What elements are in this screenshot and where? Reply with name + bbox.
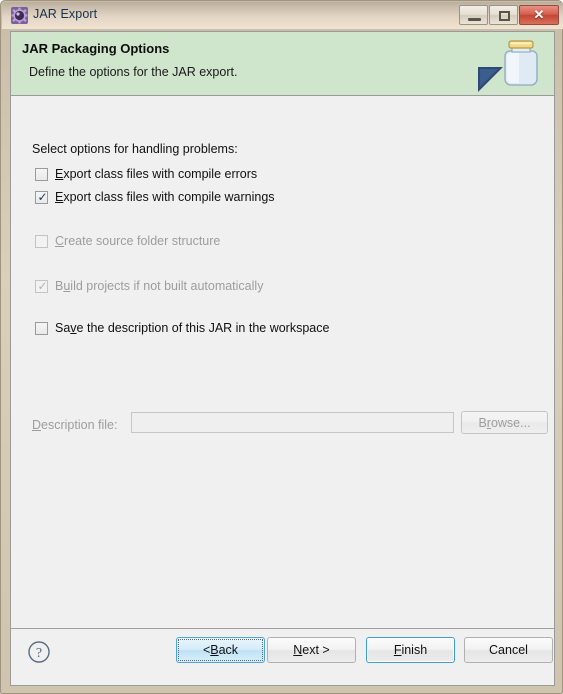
cancel-button-label: Cancel [489,643,528,657]
checkbox-label: Create source folder structure [55,234,221,248]
window-title: JAR Export [33,7,98,21]
checkbox-export-class-files-compile-warnings[interactable]: ✓ Export class files with compile warnin… [35,188,275,206]
checkbox-box[interactable]: ✓ [35,189,48,204]
eclipse-wizard-icon [11,7,28,24]
description-file-label: Description file: [32,418,118,432]
checkbox-create-source-folder-structure: Create source folder structure [35,232,220,250]
close-button[interactable]: ✕ [519,5,559,25]
checkbox-box[interactable] [35,167,48,181]
minimize-button[interactable] [459,5,488,25]
wizard-banner: JAR Packaging Options Define the options… [11,32,554,96]
checkbox-save-description-of-jar-in-workspace[interactable]: Save the description of this JAR in the … [35,319,329,337]
description-file-input[interactable] [131,412,454,433]
cancel-button[interactable]: Cancel [464,637,553,663]
back-button-label: < Back [202,643,239,657]
maximize-button[interactable] [489,5,518,25]
checkbox-label: Build projects if not built automaticall… [55,279,264,293]
options-group-label: Select options for handling problems: [32,142,238,156]
checkbox-export-class-files-compile-errors[interactable]: Export class files with compile errors [35,165,257,183]
next-button-label: Next > [293,643,330,657]
jar-with-arrow-icon [474,32,550,95]
checkbox-box: ✓ [35,278,48,293]
checkbox-build-projects-if-not-built-automatically: ✓ Build projects if not built automatica… [35,277,263,295]
finish-button[interactable]: Finish [366,637,455,663]
banner-description: Define the options for the JAR export. [29,65,238,79]
checkbox-label: Export class files with compile errors [55,167,258,181]
svg-text:?: ? [36,646,42,661]
close-icon: ✕ [533,7,545,22]
dialog-button-bar: ? < Back Next > Finish Cancel [11,629,554,685]
dialog-body: JAR Packaging Options Define the options… [10,31,555,686]
title-bar[interactable]: JAR Export ✕ [2,2,563,29]
browse-button[interactable]: Browse... [461,411,548,434]
dialog-window: JAR Export ✕ JAR Packaging Options Defin… [0,0,563,694]
minimize-icon [468,18,481,21]
checkbox-box [35,234,48,248]
finish-button-label: Finish [393,643,428,657]
check-icon: ✓ [37,189,48,204]
checkbox-label: Export class files with compile warnings [55,190,275,204]
options-content: Select options for handling problems: Ex… [11,97,554,628]
back-button[interactable]: < Back [176,637,265,663]
checkbox-label: Save the description of this JAR in the … [55,321,330,335]
next-button[interactable]: Next > [267,637,356,663]
checkbox-box[interactable] [35,321,48,335]
help-question-icon[interactable]: ? [27,640,51,664]
maximize-icon [499,11,510,21]
banner-title: JAR Packaging Options [22,41,170,56]
check-icon: ✓ [37,278,48,293]
